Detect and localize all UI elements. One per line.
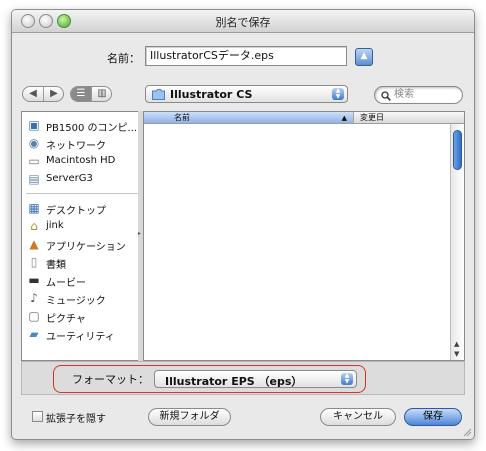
sidebar-item-label: ミュージック (46, 296, 106, 307)
sort-ascending-icon: ▲ (341, 114, 347, 122)
folder-icon (152, 89, 165, 100)
sidebar-item-label: ネットワーク (46, 141, 106, 152)
sidebar-item-documents[interactable]: ▯ 書類 (22, 253, 148, 271)
save-as-dialog: 別名で保存 名前： IllustratorCSデータ.eps ▲ ◀ ▶ ☰ ▥… (11, 9, 475, 440)
magnifier-icon (381, 91, 391, 101)
sidebar-item-label: アプリケーション (46, 242, 126, 253)
applications-icon: ▲ (29, 237, 39, 251)
column-header-spacer (450, 112, 464, 124)
sidebar-item-pictures[interactable]: ▢ ピクチャ (22, 307, 148, 325)
sidebar: ▣ PB1500 のコンピ... ◉ ネットワーク ▭ Macintosh HD… (21, 111, 149, 361)
sidebar-item-label: jink (46, 220, 64, 231)
sidebar-item-applications[interactable]: ▲ アプリケーション (22, 235, 148, 253)
utilities-icon: ▰ (29, 327, 39, 341)
new-folder-button[interactable]: 新規フォルダ (148, 408, 231, 426)
scroll-down-arrow-icon[interactable]: ▼ (454, 350, 459, 358)
format-value: Illustrator EPS （eps） (165, 375, 303, 388)
forward-arrow-icon[interactable]: ▶ (44, 87, 64, 101)
sidebar-item-desktop[interactable]: ▦ デスクトップ (22, 199, 148, 217)
search-placeholder: 検索 (394, 89, 414, 100)
desktop-icon: ▦ (28, 201, 40, 215)
sidebar-item-label: ムービー (46, 278, 86, 289)
sidebar-item-label: 書類 (46, 260, 66, 271)
sidebar-item-home[interactable]: ⌂ jink (22, 217, 148, 235)
location-popup[interactable]: Illustrator CS ▲ ▼ (145, 85, 348, 103)
expand-dialog-button[interactable]: ▲ (355, 48, 373, 66)
network-icon: ◉ (28, 136, 40, 150)
sidebar-item-label: ユーティリティ (46, 332, 115, 343)
sidebar-item-label: PB1500 のコンピ... (46, 123, 138, 134)
resize-grip-icon[interactable] (462, 427, 472, 437)
sidebar-item-serverg3[interactable]: ▤ ServerG3 (22, 170, 148, 188)
movies-icon: ▬ (28, 273, 40, 287)
window-title: 別名で保存 (215, 16, 271, 29)
sidebar-item-computer[interactable]: ▣ PB1500 のコンピ... (22, 116, 148, 134)
music-icon: ♪ (30, 291, 38, 305)
sidebar-item-macintosh-hd[interactable]: ▭ Macintosh HD (22, 152, 148, 170)
sidebar-item-movies[interactable]: ▬ ムービー (22, 271, 148, 289)
save-button[interactable]: 保存 (404, 408, 462, 426)
computer-icon: ▣ (28, 118, 40, 132)
hide-extension-checkbox[interactable] (32, 411, 43, 422)
column-header-label: 変更日 (360, 113, 384, 122)
cancel-button[interactable]: キャンセル (320, 408, 396, 426)
documents-icon: ▯ (30, 255, 38, 269)
column-view-icon[interactable]: ▥ (92, 87, 112, 101)
sidebar-divider (26, 193, 144, 194)
sidebar-item-music[interactable]: ♪ ミュージック (22, 289, 148, 307)
scroll-thumb[interactable] (453, 130, 462, 170)
back-forward-control: ◀ ▶ (22, 86, 64, 102)
popup-arrows-icon: ▲ ▼ (332, 88, 344, 100)
scroll-up-arrow-icon[interactable]: ▲ (454, 340, 459, 348)
column-header-modified[interactable]: 変更日 (354, 112, 450, 124)
format-popup[interactable]: Illustrator EPS （eps） ▲ ▼ (154, 370, 357, 388)
filename-field[interactable]: IllustratorCSデータ.eps (145, 46, 347, 66)
search-field[interactable]: 検索 (374, 86, 463, 104)
hard-disk-icon: ▭ (28, 154, 40, 168)
column-header-label: 名前 (174, 113, 190, 122)
format-label: フォーマット： (72, 373, 149, 386)
sidebar-item-network[interactable]: ◉ ネットワーク (22, 134, 148, 152)
server-icon: ▤ (28, 172, 40, 186)
sidebar-item-label: ピクチャ (46, 314, 86, 325)
list-view-icon[interactable]: ☰ (71, 87, 92, 101)
hide-extension-label: 拡張子を隠す (46, 414, 106, 425)
pictures-icon: ▢ (28, 309, 40, 323)
back-arrow-icon[interactable]: ◀ (23, 87, 44, 101)
popup-arrows-icon: ▲ ▼ (341, 373, 353, 385)
view-mode-control: ☰ ▥ (70, 86, 112, 102)
triangle-up-icon: ▲ (360, 51, 368, 61)
format-bar: フォーマット： Illustrator EPS （eps） ▲ ▼ (21, 361, 465, 395)
sidebar-item-label: Macintosh HD (46, 155, 116, 166)
file-browser: 名前 ▲ 変更日 ▲ ▼ (143, 111, 465, 361)
home-icon: ⌂ (30, 219, 38, 233)
sidebar-item-utilities[interactable]: ▰ ユーティリティ (22, 325, 148, 343)
sidebar-item-label: ServerG3 (46, 173, 93, 184)
name-label: 名前： (107, 52, 140, 65)
sidebar-item-label: デスクトップ (46, 206, 106, 217)
title-bar: 別名で保存 (12, 10, 474, 33)
location-label: Illustrator CS (170, 88, 253, 101)
splitter-handle-icon: ▸ (138, 230, 142, 237)
vertical-scrollbar[interactable]: ▲ ▼ (450, 124, 464, 360)
column-header-name[interactable]: 名前 ▲ (144, 112, 354, 124)
